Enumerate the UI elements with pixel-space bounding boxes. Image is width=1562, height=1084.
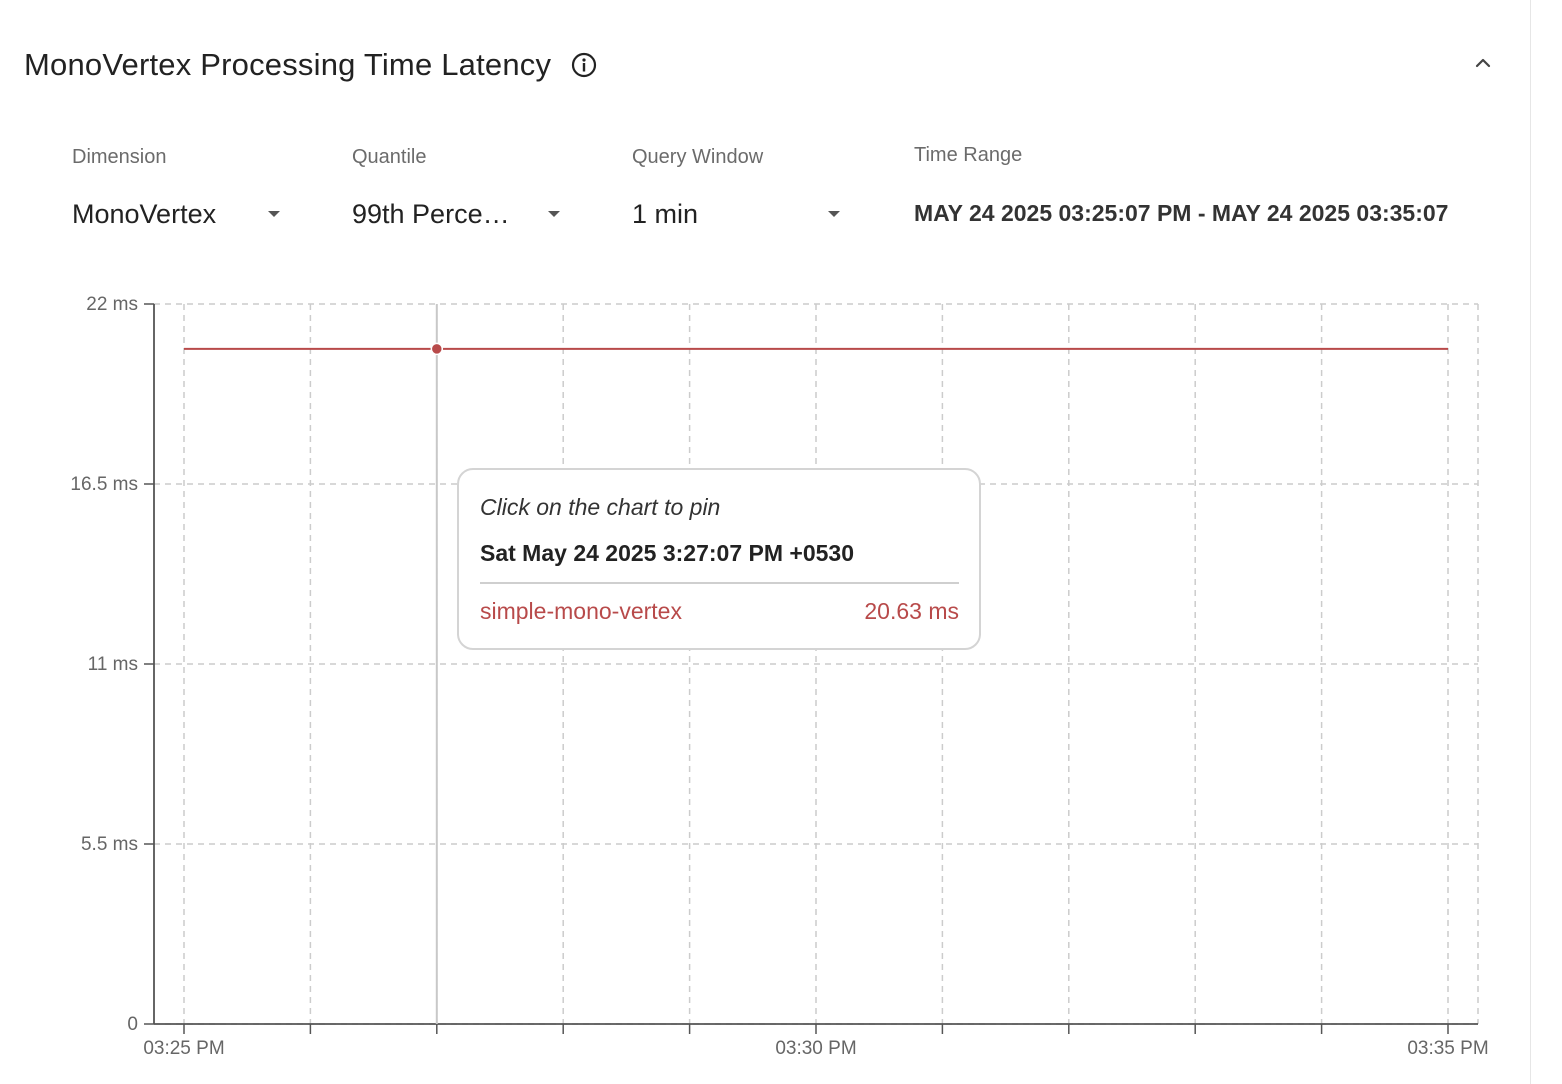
y-tick-label: 0 xyxy=(127,1014,138,1035)
y-tick-label: 16.5 ms xyxy=(70,474,138,495)
y-tick-label: 22 ms xyxy=(86,294,138,315)
tooltip-hint: Click on the chart to pin xyxy=(480,494,721,520)
chart-axes: 0 5.5 ms 11 ms 16.5 ms 22 ms 03:25 PM 03:30 PM… xyxy=(70,294,1488,1059)
tooltip-series-value: 20.63 ms xyxy=(864,598,959,624)
chart-grid xyxy=(154,303,1479,1025)
x-tick-label: 03:25 PM xyxy=(143,1038,224,1059)
x-tick-label: 03:35 PM xyxy=(1407,1038,1488,1059)
y-tick-label: 5.5 ms xyxy=(81,834,138,855)
tooltip-date: Sat May 24 2025 3:27:07 PM +0530 xyxy=(480,540,854,566)
latency-panel: MonoVertex Processing Time Latency Dimen… xyxy=(0,0,1531,1084)
chart-tooltip: Click on the chart to pin Sat May 24 202… xyxy=(457,468,981,650)
y-tick-label: 11 ms xyxy=(88,654,138,675)
tooltip-series-name: simple-mono-vertex xyxy=(480,598,682,624)
x-tick-label: 03:30 PM xyxy=(775,1038,856,1059)
hover-point xyxy=(430,342,444,356)
tooltip-divider xyxy=(480,582,959,584)
